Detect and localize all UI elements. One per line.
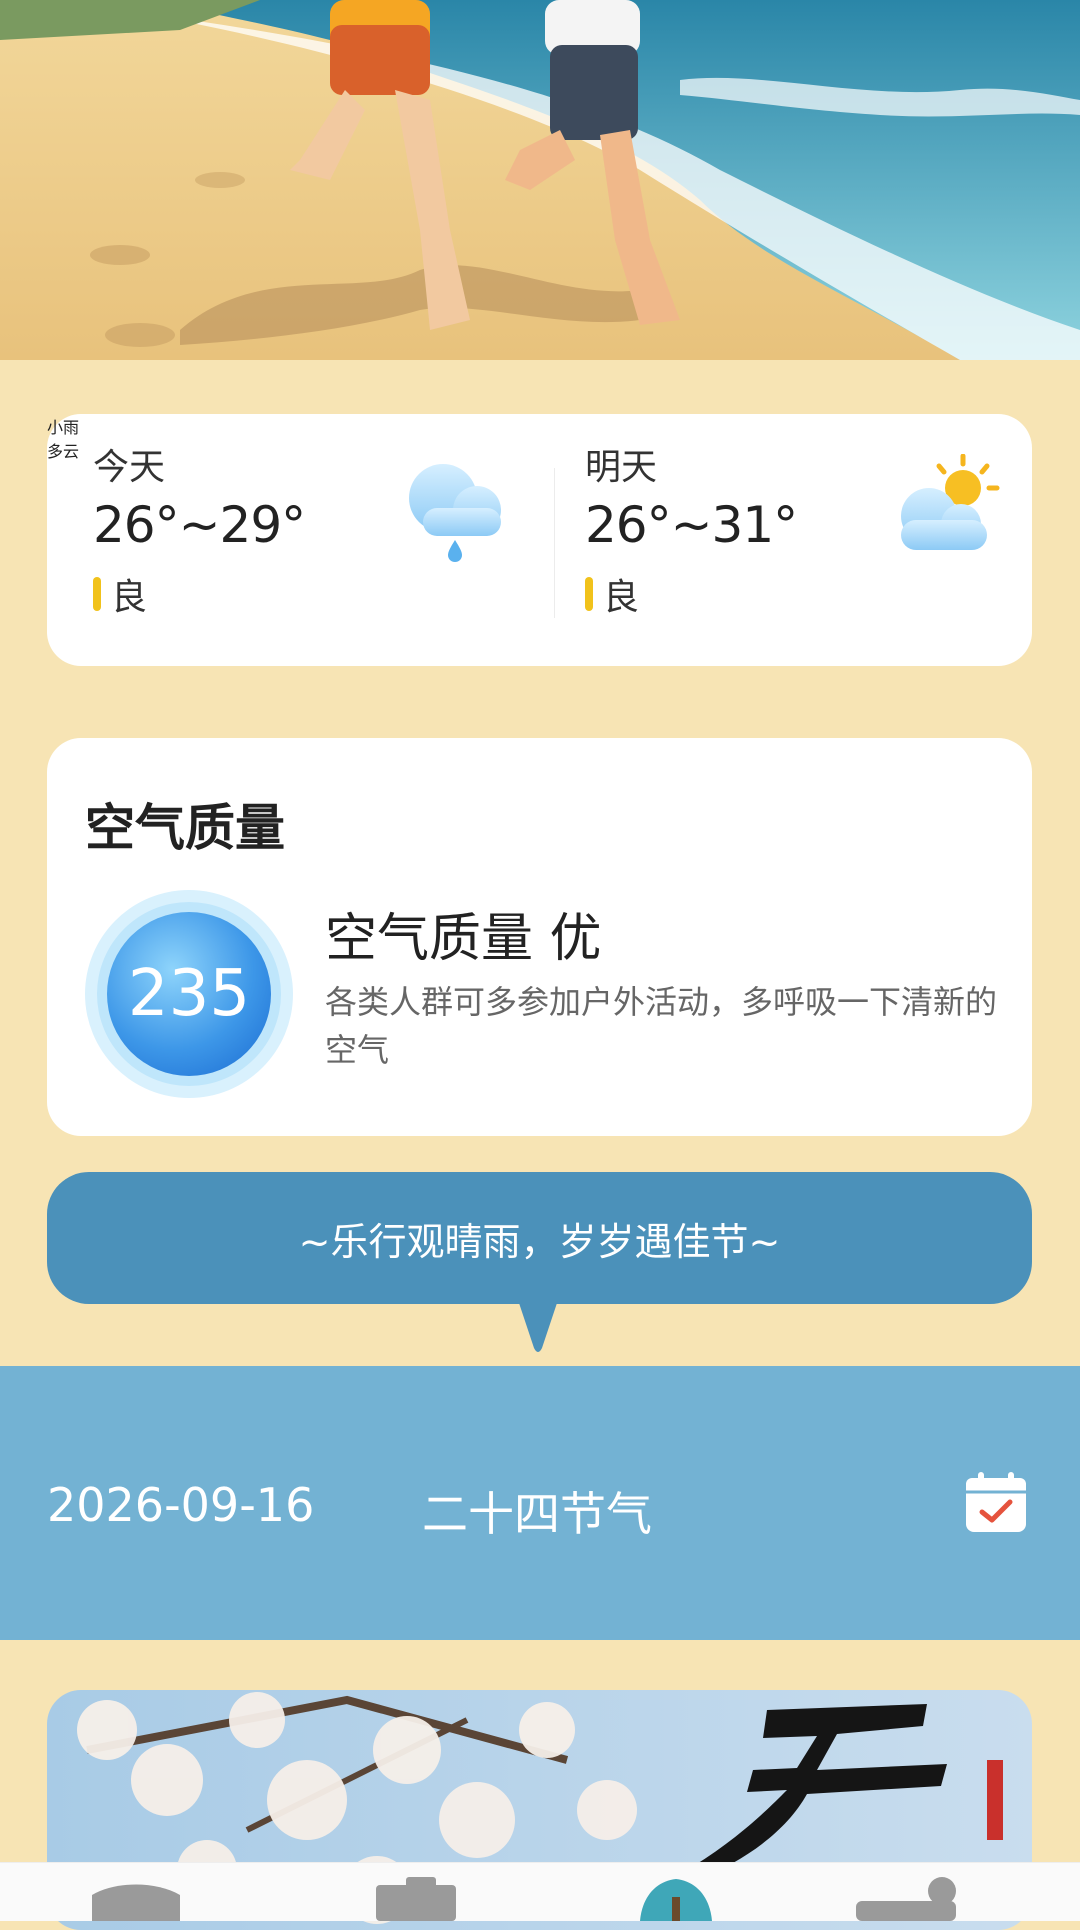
air-quality-bar <box>93 577 101 611</box>
rain-cloud-icon <box>409 464 501 562</box>
home-tab-icon[interactable] <box>86 1877 186 1921</box>
today-forecast: 今天 26°~29° 良 <box>93 447 306 620</box>
aqi-value: 235 <box>127 957 251 1031</box>
forecast-divider <box>554 468 555 618</box>
today-label: 今天 <box>93 447 166 488</box>
tomorrow-air-quality: 良 <box>585 568 797 620</box>
bottom-tab-bar <box>0 1862 1080 1921</box>
today-air-quality: 良 <box>93 568 305 620</box>
tomorrow-temperature: 26°~31° <box>585 496 798 554</box>
beach-illustration <box>0 0 1080 360</box>
solar-term-date: 2026-09-16 <box>47 1478 315 1532</box>
profile-tab-icon[interactable] <box>856 1877 956 1921</box>
tomorrow-forecast: 明天 26°~31° 良 <box>585 447 798 620</box>
tomorrow-label: 明天 <box>585 447 658 488</box>
sun-cloud-icon <box>901 454 1000 550</box>
air-quality-card[interactable]: 空气质量 235 空气质量 优 各类人群可多参加户外活动，多呼吸一下清新的空气 <box>47 738 1032 1136</box>
solar-term-banner[interactable]: 2026-09-16 二十四节气 <box>0 1366 1080 1640</box>
air-quality-bar <box>585 577 593 611</box>
solar-term-name: 二十四节气 <box>422 1487 652 1541</box>
today-air-quality-label: 良 <box>111 577 148 618</box>
slogan-bubble-tail <box>518 1300 558 1352</box>
air-quality-description: 各类人群可多参加户外活动，多呼吸一下清新的空气 <box>325 983 998 1069</box>
calendar-check-icon[interactable] <box>964 1470 1028 1534</box>
air-quality-status: 空气质量 优 <box>325 909 602 969</box>
today-condition: 小雨 <box>47 418 80 437</box>
today-temperature: 26°~29° <box>93 496 306 554</box>
tomorrow-air-quality-label: 良 <box>603 577 640 618</box>
air-quality-title: 空气质量 <box>85 799 285 857</box>
slogan-bubble: ~乐行观晴雨，岁岁遇佳节~ <box>47 1172 1032 1304</box>
weather-forecast-card[interactable]: 今天 26°~29° 良 小雨 明天 26°~31° 良 多云 <box>47 414 1032 666</box>
tools-tab-icon[interactable] <box>366 1877 466 1921</box>
tree-tab-icon[interactable] <box>626 1877 726 1921</box>
hero-banner <box>0 0 1080 360</box>
